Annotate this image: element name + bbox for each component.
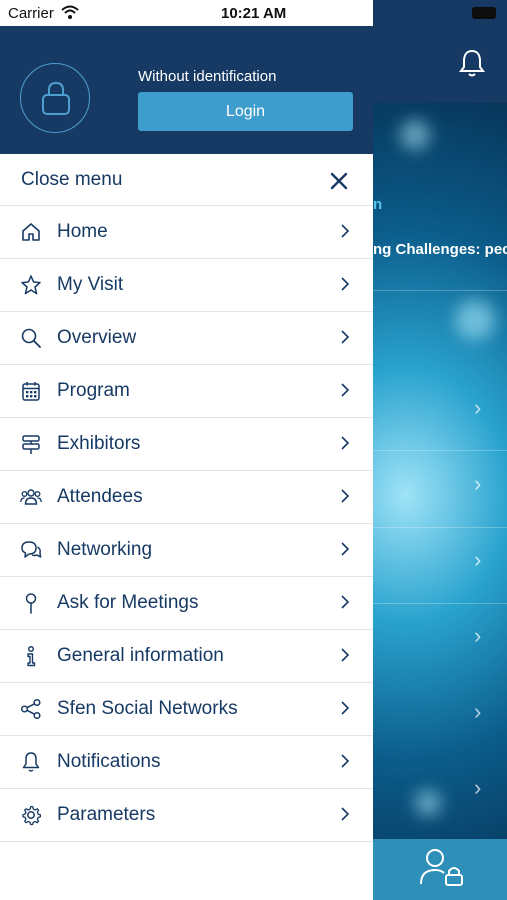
menu-item-label: Parameters (57, 804, 156, 825)
chat-icon (21, 541, 42, 558)
background-chevron-icon: › (474, 699, 482, 724)
menu-item-label: My Visit (57, 274, 124, 295)
menu-item-notifications[interactable]: Notifications (0, 736, 373, 789)
menu-item-label: Ask for Meetings (57, 592, 199, 613)
close-menu-row[interactable]: Close menu (0, 154, 373, 206)
menu-item-home[interactable]: Home (0, 206, 373, 259)
menu-item-attendees[interactable]: Attendees (0, 471, 373, 524)
battery-icon (472, 7, 496, 19)
background-chevron-icon: › (474, 547, 482, 572)
menu-list: Home My Visit Overview Program Exhibitor… (0, 206, 373, 842)
share-icon (20, 698, 41, 720)
menu-item-overview[interactable]: Overview (0, 312, 373, 365)
star-icon (21, 275, 41, 295)
chevron-right-icon (341, 542, 350, 556)
chevron-right-icon (341, 330, 350, 344)
close-menu-label: Close menu (21, 169, 123, 190)
background-chevron-icon: › (474, 623, 482, 648)
chevron-right-icon (341, 224, 350, 238)
chevron-right-icon (341, 436, 350, 450)
menu-item-networking[interactable]: Networking (0, 524, 373, 577)
gear-icon (22, 805, 42, 826)
chevron-right-icon (341, 277, 350, 291)
menu-item-parameters[interactable]: Parameters (0, 789, 373, 842)
menu-item-general-information[interactable]: General information (0, 630, 373, 683)
chevron-right-icon (341, 489, 350, 503)
lock-icon (42, 81, 70, 115)
chevron-right-icon (341, 595, 350, 609)
user-lock-icon[interactable] (419, 848, 465, 886)
login-button[interactable]: Login (138, 92, 353, 131)
chevron-right-icon (341, 648, 350, 662)
background-chevron-icon: › (474, 471, 482, 496)
chevron-right-icon (341, 701, 350, 715)
menu-item-label: Exhibitors (57, 433, 141, 454)
menu-item-label: Home (57, 221, 108, 242)
calendar-icon (22, 382, 40, 401)
menu-item-label: Sfen Social Networks (57, 698, 238, 719)
menu-item-exhibitors[interactable]: Exhibitors (0, 418, 373, 471)
drawer-header: Without identification Login (0, 26, 373, 154)
background-title-top: n (373, 196, 383, 213)
menu-item-label: Notifications (57, 751, 161, 772)
bell-icon (22, 752, 40, 772)
menu-item-program[interactable]: Program (0, 365, 373, 418)
background-divider (373, 290, 507, 291)
menu-item-label: Program (57, 380, 130, 401)
signpost-icon (22, 435, 40, 454)
notifications-bell-icon[interactable] (458, 48, 486, 78)
menu-item-label: Attendees (57, 486, 143, 507)
background-chevron-icon: › (474, 775, 482, 800)
menu-item-ask-for-meetings[interactable]: Ask for Meetings (0, 577, 373, 630)
chevron-right-icon (341, 383, 350, 397)
pin-icon (25, 593, 37, 614)
status-time: 10:21 AM (221, 5, 287, 22)
identity-status-label: Without identification (138, 68, 277, 85)
home-icon (22, 223, 40, 241)
menu-item-label: General information (57, 645, 224, 666)
chevron-right-icon (341, 754, 350, 768)
people-icon (20, 489, 42, 505)
menu-item-sfen-social-networks[interactable]: Sfen Social Networks (0, 683, 373, 736)
carrier-label: Carrier (8, 5, 54, 22)
info-icon (27, 645, 36, 667)
search-icon (21, 328, 41, 348)
close-icon[interactable] (330, 172, 348, 190)
wifi-icon (61, 5, 79, 19)
background-divider (373, 450, 507, 451)
lock-avatar (20, 63, 90, 133)
menu-item-my-visit[interactable]: My Visit (0, 259, 373, 312)
background-divider (373, 527, 507, 528)
background-divider (373, 603, 507, 604)
status-bar: Carrier 10:21 AM (0, 0, 373, 26)
chevron-right-icon (341, 807, 350, 821)
menu-item-label: Networking (57, 539, 153, 560)
background-chevron-icon: › (474, 395, 482, 420)
background-title: ng Challenges: pects (373, 241, 507, 258)
menu-item-label: Overview (57, 327, 137, 348)
side-drawer: Without identification Login Close menu … (0, 26, 373, 900)
